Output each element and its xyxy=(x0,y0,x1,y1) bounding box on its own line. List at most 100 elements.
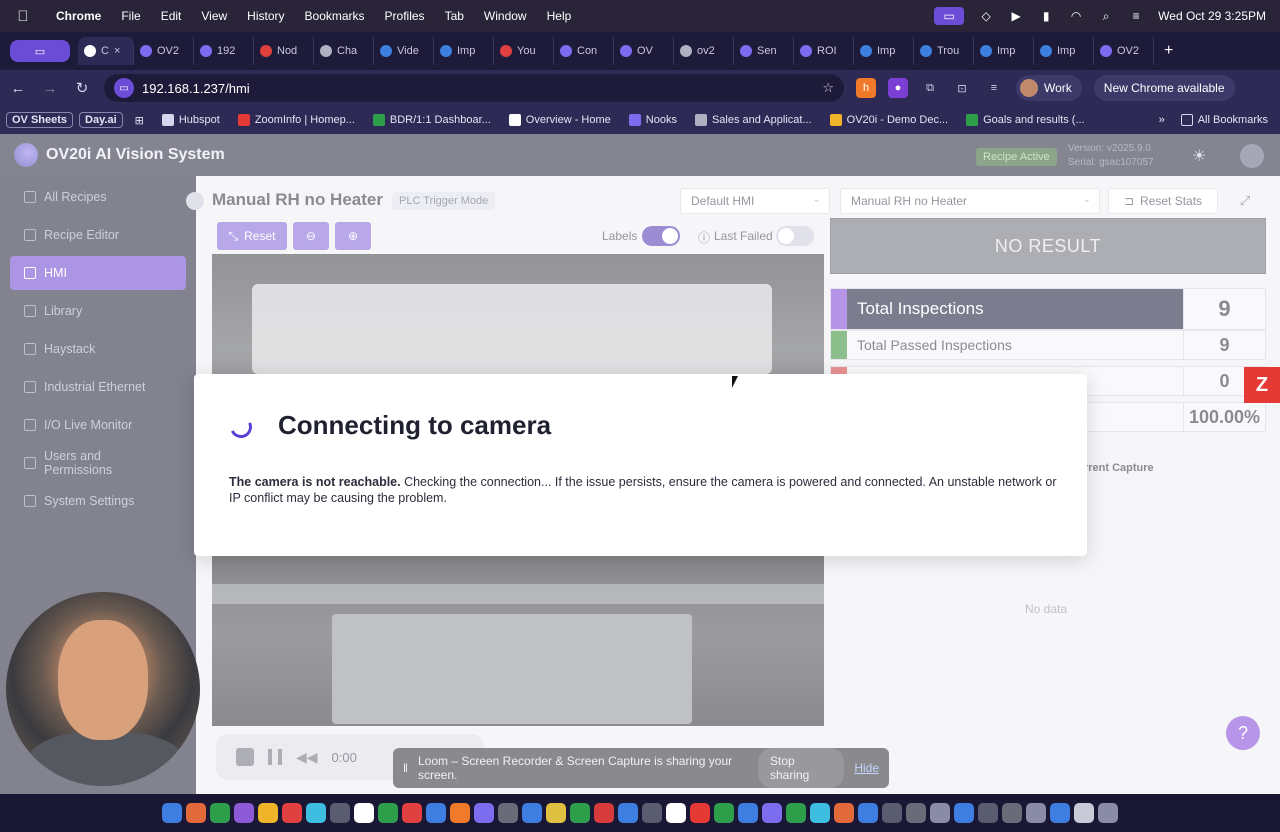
dock-app-icon[interactable] xyxy=(378,803,398,823)
dock-app-icon[interactable] xyxy=(690,803,710,823)
battery-icon[interactable]: ▮ xyxy=(1038,9,1054,23)
dock-app-icon[interactable] xyxy=(954,803,974,823)
dock-app-icon[interactable] xyxy=(522,803,542,823)
menu-profiles[interactable]: Profiles xyxy=(375,9,435,23)
all-bookmarks-folder[interactable]: All Bookmarks xyxy=(1175,114,1274,126)
dock-app-icon[interactable] xyxy=(234,803,254,823)
dock-app-icon[interactable] xyxy=(570,803,590,823)
dock-app-icon[interactable] xyxy=(618,803,638,823)
screen-share-icon[interactable]: ▭ xyxy=(934,7,965,25)
dock-app-icon[interactable] xyxy=(1074,803,1094,823)
reading-list-icon[interactable]: ≡ xyxy=(984,78,1004,98)
menu-history[interactable]: History xyxy=(237,9,294,23)
dock-app-icon[interactable] xyxy=(978,803,998,823)
dock-app-icon[interactable] xyxy=(930,803,950,823)
dock-app-icon[interactable] xyxy=(762,803,782,823)
dropbox-icon[interactable]: ◇ xyxy=(978,9,994,23)
dock-app-icon[interactable] xyxy=(666,803,686,823)
address-bar[interactable]: ▭ 192.168.1.237/hmi ☆ xyxy=(104,74,844,102)
reload-icon[interactable]: ↻ xyxy=(72,79,92,97)
browser-tab[interactable]: Imp xyxy=(434,37,494,65)
hubspot-extension-icon[interactable]: h xyxy=(856,78,876,98)
browser-tab[interactable]: Cha xyxy=(314,37,374,65)
dock-app-icon[interactable] xyxy=(162,803,182,823)
browser-tab[interactable]: ov2 xyxy=(674,37,734,65)
play-icon[interactable]: ▶ xyxy=(1008,9,1024,23)
wifi-icon[interactable]: ◠ xyxy=(1068,9,1084,23)
dock-app-icon[interactable] xyxy=(330,803,350,823)
bookmark-star-icon[interactable]: ☆ xyxy=(822,80,834,96)
bookmark-day-ai[interactable]: Day.ai xyxy=(79,112,123,128)
browser-tab[interactable]: Imp xyxy=(854,37,914,65)
bookmark-item[interactable]: OV20i - Demo Dec... xyxy=(824,114,954,126)
menu-window[interactable]: Window xyxy=(474,9,537,23)
search-icon[interactable]: ⌕ xyxy=(1098,9,1114,23)
browser-tab[interactable]: ROI xyxy=(794,37,854,65)
dock-app-icon[interactable] xyxy=(450,803,470,823)
forward-arrow-icon[interactable]: → xyxy=(40,80,60,97)
dock-app-icon[interactable] xyxy=(426,803,446,823)
bookmark-ov-sheets[interactable]: OV Sheets xyxy=(6,112,74,128)
bookmark-item[interactable]: Sales and Applicat... xyxy=(689,114,818,126)
dock-app-icon[interactable] xyxy=(786,803,806,823)
dock-app-icon[interactable] xyxy=(594,803,614,823)
browser-tab[interactable]: Sen xyxy=(734,37,794,65)
new-chrome-button[interactable]: New Chrome available xyxy=(1093,75,1235,101)
dock-app-icon[interactable] xyxy=(498,803,518,823)
apps-grid-icon[interactable]: ⊞ xyxy=(129,114,150,127)
dock-app-icon[interactable] xyxy=(1050,803,1070,823)
control-center-icon[interactable]: ≡ xyxy=(1128,9,1144,23)
apple-icon[interactable]:  xyxy=(0,8,46,25)
dock-app-icon[interactable] xyxy=(546,803,566,823)
dock-app-icon[interactable] xyxy=(282,803,302,823)
dock-app-icon[interactable] xyxy=(474,803,494,823)
bookmark-item[interactable]: Hubspot xyxy=(156,114,226,126)
new-tab-icon[interactable]: + xyxy=(1164,42,1173,60)
browser-tab[interactable]: OV2 xyxy=(134,37,194,65)
tab-search-icon-2[interactable]: ⊡ xyxy=(952,78,972,98)
browser-tab[interactable]: Vide xyxy=(374,37,434,65)
dock-app-icon[interactable] xyxy=(834,803,854,823)
bookmark-item[interactable]: Overview - Home xyxy=(503,114,617,126)
browser-tab[interactable]: Imp xyxy=(1034,37,1094,65)
dock-app-icon[interactable] xyxy=(1026,803,1046,823)
bookmarks-overflow-icon[interactable]: » xyxy=(1159,114,1165,126)
tab-search-icon[interactable]: ▭ xyxy=(10,40,70,62)
dock-app-icon[interactable] xyxy=(858,803,878,823)
menu-app-name[interactable]: Chrome xyxy=(46,9,111,23)
extension-badge-icon[interactable]: ● xyxy=(888,78,908,98)
dock-app-icon[interactable] xyxy=(906,803,926,823)
menu-bookmarks[interactable]: Bookmarks xyxy=(295,9,375,23)
browser-tab[interactable]: OV xyxy=(614,37,674,65)
zoominfo-extension-icon[interactable]: Z xyxy=(1244,367,1280,403)
browser-tab[interactable]: Nod xyxy=(254,37,314,65)
menu-view[interactable]: View xyxy=(191,9,237,23)
dock-app-icon[interactable] xyxy=(210,803,230,823)
close-tab-icon[interactable]: × xyxy=(114,45,120,57)
bookmark-item[interactable]: Goals and results (... xyxy=(960,114,1091,126)
dock-app-icon[interactable] xyxy=(402,803,422,823)
dock-app-icon[interactable] xyxy=(714,803,734,823)
site-info-icon[interactable]: ▭ xyxy=(114,78,134,98)
menubar-datetime[interactable]: Wed Oct 29 3:25PM xyxy=(1158,9,1266,23)
menu-tab[interactable]: Tab xyxy=(435,9,474,23)
bookmark-item[interactable]: BDR/1:1 Dashboar... xyxy=(367,114,497,126)
dock-app-icon[interactable] xyxy=(738,803,758,823)
dock-app-icon[interactable] xyxy=(186,803,206,823)
dock-app-icon[interactable] xyxy=(642,803,662,823)
dock-app-icon[interactable] xyxy=(810,803,830,823)
menu-edit[interactable]: Edit xyxy=(151,9,192,23)
address-url[interactable]: 192.168.1.237/hmi xyxy=(142,81,250,96)
bookmark-item[interactable]: ZoomInfo | Homep... xyxy=(232,114,361,126)
profile-button[interactable]: Work xyxy=(1016,75,1082,101)
browser-tab[interactable]: 192 xyxy=(194,37,254,65)
dock-app-icon[interactable] xyxy=(882,803,902,823)
menu-help[interactable]: Help xyxy=(537,9,582,23)
browser-tab[interactable]: C × xyxy=(78,37,134,65)
dock-app-icon[interactable] xyxy=(1002,803,1022,823)
extensions-puzzle-icon[interactable]: ⧉ xyxy=(920,78,940,98)
webcam-overlay[interactable] xyxy=(6,592,200,786)
dock-app-icon[interactable] xyxy=(258,803,278,823)
dock-app-icon[interactable] xyxy=(306,803,326,823)
browser-tab[interactable]: OV2 xyxy=(1094,37,1154,65)
